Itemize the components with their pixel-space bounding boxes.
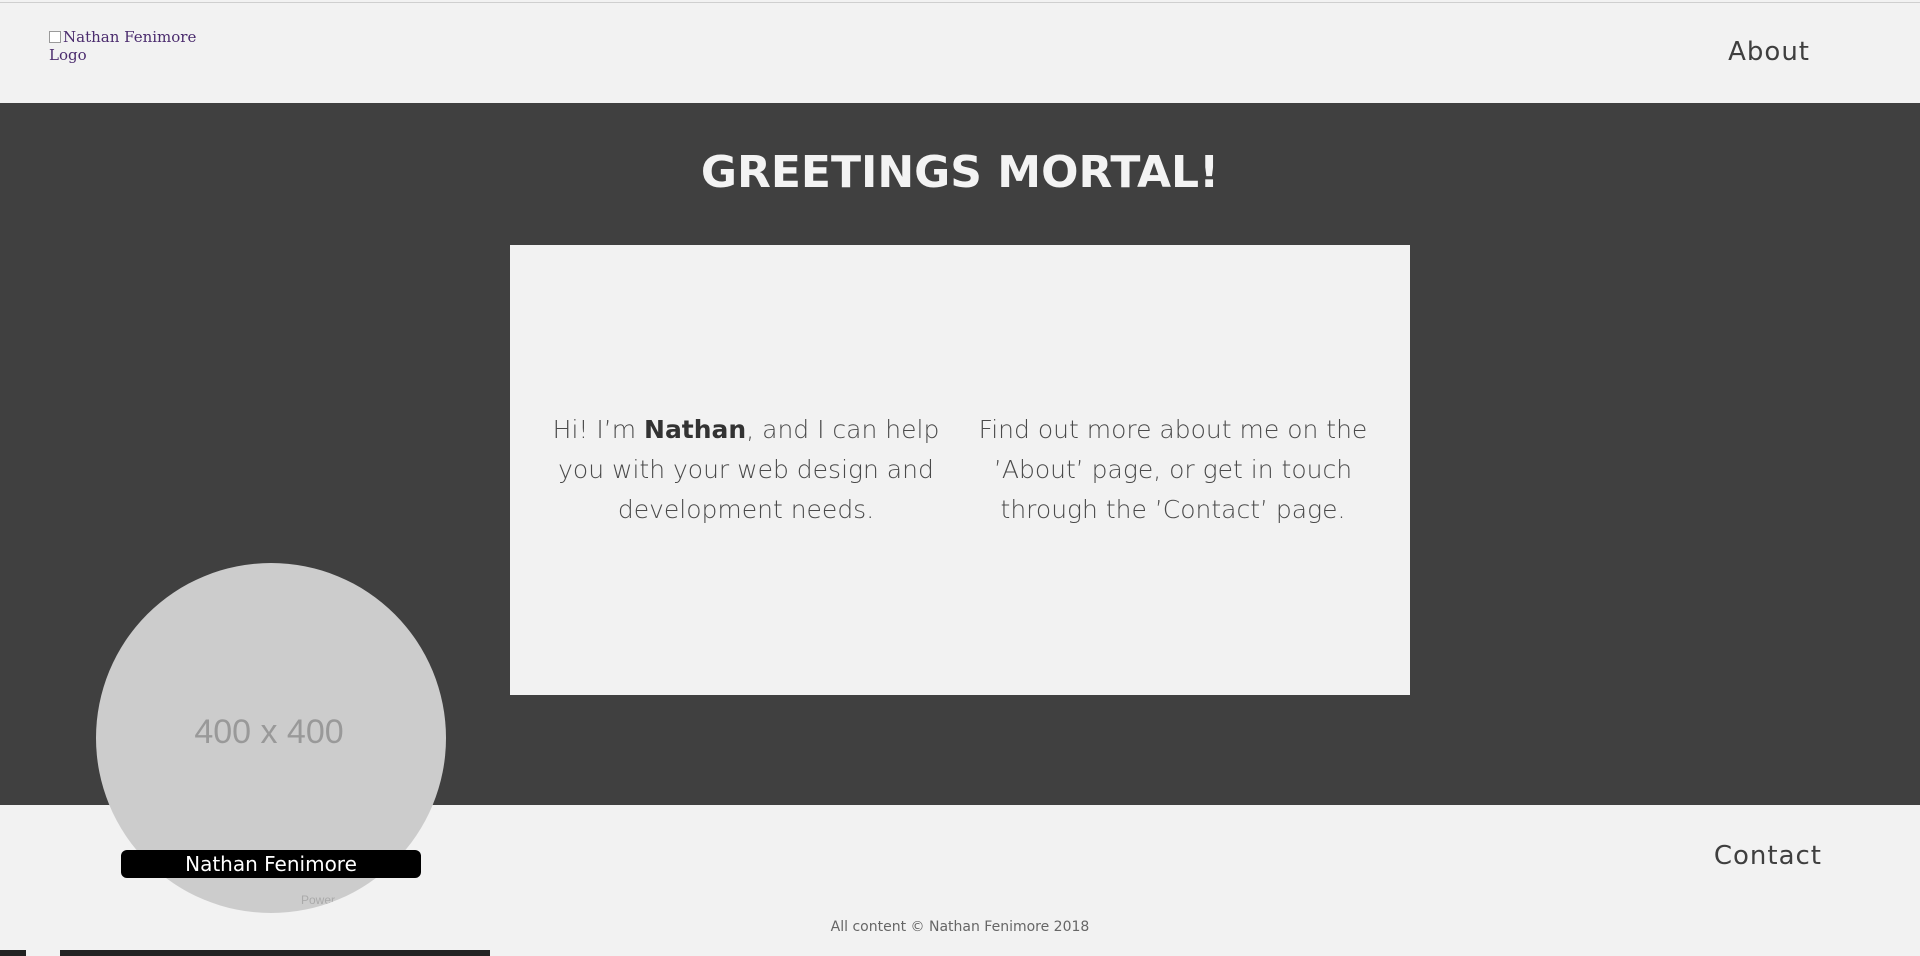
- bottom-scrollbar-left: [0, 950, 26, 956]
- logo-alt-text: Nathan Fenimore Logo: [49, 28, 197, 64]
- intro-card: Hi! I’m Nathan, and I can help you with …: [510, 245, 1410, 695]
- intro-text-before: Hi! I’m: [552, 415, 645, 444]
- placeholder-size-label: 400 x 400: [194, 713, 344, 751]
- find-out-text: Find out more about me on the ’About’ pa…: [978, 415, 1368, 524]
- intro-name: Nathan: [644, 415, 747, 444]
- intro-text: Hi! I’m Nathan, and I can help you with …: [551, 410, 941, 530]
- profile-name-tag: Nathan Fenimore: [121, 850, 421, 878]
- broken-image-icon: [49, 31, 61, 43]
- nav-link-contact[interactable]: Contact: [1690, 841, 1822, 871]
- copyright-text: All content © Nathan Fenimore 2018: [830, 919, 1090, 935]
- logo-broken-image[interactable]: Nathan Fenimore Logo: [49, 28, 199, 64]
- nav-link-about[interactable]: About: [1720, 37, 1810, 67]
- powered-by-text: Power...: [301, 893, 345, 907]
- site-header: Nathan Fenimore Logo About: [0, 3, 1920, 103]
- page-headline: GREETINGS MORTAL!: [700, 147, 1220, 198]
- bottom-scrollbar[interactable]: [60, 950, 490, 956]
